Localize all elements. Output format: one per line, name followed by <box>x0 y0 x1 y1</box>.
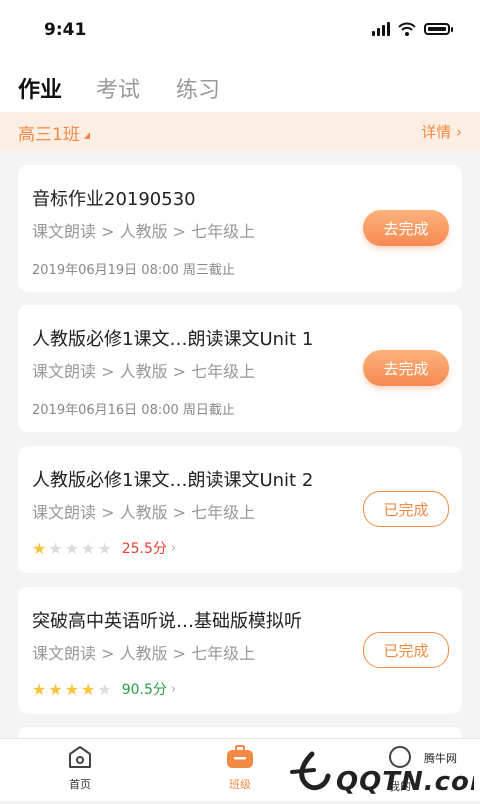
tab-bar: 作业 考试 练习 <box>0 62 480 112</box>
nav-class[interactable]: 班级 <box>210 745 270 792</box>
tab-practice[interactable]: 练习 <box>176 72 220 104</box>
assignment-path: 课文朗读 > 人教版 > 七年级上 <box>32 362 256 381</box>
nav-class-label: 班级 <box>229 778 251 791</box>
assignment-title: 人教版必修1课文…朗读课文Unit 2 <box>32 470 314 491</box>
star-filled-icon: ★ <box>64 679 80 699</box>
class-selector-bar: 高三1班 详情 › <box>0 112 480 150</box>
assignment-due: 2019年06月19日 08:00 周三截止 <box>32 263 235 278</box>
triangle-down-icon <box>83 131 90 139</box>
assignment-path: 课文朗读 > 人教版 > 七年级上 <box>32 222 256 241</box>
watermark-logo: QQTN.com 腾牛网 <box>290 751 480 797</box>
assignment-card[interactable]: 人教版必修1课文…朗读课文Unit 1 课文朗读 > 人教版 > 七年级上 20… <box>18 305 462 432</box>
home-icon <box>69 746 91 768</box>
assignment-title: 人教版必修1课文…朗读课文Unit 1 <box>32 329 314 350</box>
star-empty-icon: ★ <box>48 538 63 558</box>
watermark: QQTN.com 腾牛网 <box>284 746 480 800</box>
tab-exam[interactable]: 考试 <box>96 72 140 104</box>
star-empty-icon: ★ <box>81 538 96 558</box>
assignment-card[interactable]: 音标作业20190530 课文朗读 > 人教版 > 七年级上 2019年06月1… <box>18 165 462 292</box>
assignment-title: 音标作业20190530 <box>32 189 196 210</box>
star-rating: ★ ★ ★ ★ ★ <box>32 680 114 699</box>
class-selector[interactable]: 高三1班 <box>18 120 90 145</box>
assignment-card[interactable]: 人教版必修1课文…朗读课文Unit 2 课文朗读 > 人教版 > 七年级上 ★ ★… <box>18 446 462 573</box>
rating[interactable]: ★ ★ ★ ★ ★ 25.5分 › <box>32 538 176 558</box>
battery-icon <box>424 23 453 35</box>
assignment-path: 课文朗读 > 人教版 > 七年级上 <box>32 644 256 663</box>
go-complete-button[interactable]: 去完成 <box>363 210 449 246</box>
class-name: 高三1班 <box>18 125 80 145</box>
star-filled-icon: ★ <box>32 679 47 699</box>
score: 25.5分 <box>121 541 167 557</box>
star-filled-icon: ★ <box>81 679 96 699</box>
assignment-card[interactable]: 突破高中英语听说…基础版模拟听 课文朗读 > 人教版 > 七年级上 ★ ★ ★ ★ ★ … <box>18 587 462 714</box>
nav-home[interactable]: 首页 <box>50 745 110 792</box>
status-bar: 9:41 <box>0 0 480 62</box>
star-empty-icon: ★ <box>64 538 80 558</box>
detail-link[interactable]: 详情 › <box>421 121 462 142</box>
status-time: 9:41 <box>44 20 87 40</box>
rating[interactable]: ★ ★ ★ ★ ★ 90.5分 › <box>32 679 176 699</box>
status-icons <box>372 22 453 36</box>
chevron-right-icon: › <box>170 681 177 697</box>
star-filled-icon: ★ <box>48 679 63 699</box>
class-icon <box>227 745 253 768</box>
completed-button[interactable]: 已完成 <box>363 491 449 527</box>
star-empty-icon: ★ <box>97 679 112 699</box>
tab-homework[interactable]: 作业 <box>18 72 62 104</box>
assignment-path: 课文朗读 > 人教版 > 七年级上 <box>32 503 256 522</box>
watermark-brand: 腾牛网 <box>424 751 457 765</box>
assignment-due: 2019年06月16日 08:00 周日截止 <box>32 403 235 418</box>
nav-home-label: 首页 <box>69 778 91 791</box>
signal-icon <box>372 22 390 36</box>
completed-button[interactable]: 已完成 <box>363 632 449 668</box>
chevron-right-icon: › <box>170 540 177 556</box>
wifi-icon <box>398 22 416 36</box>
score: 90.5分 <box>121 682 167 698</box>
star-filled-icon: ★ <box>32 538 47 558</box>
svg-text:QQTN.com: QQTN.com <box>336 767 474 797</box>
star-rating: ★ ★ ★ ★ ★ <box>32 539 114 558</box>
star-empty-icon: ★ <box>97 538 112 558</box>
assignment-title: 突破高中英语听说…基础版模拟听 <box>32 611 302 632</box>
go-complete-button[interactable]: 去完成 <box>363 350 449 386</box>
